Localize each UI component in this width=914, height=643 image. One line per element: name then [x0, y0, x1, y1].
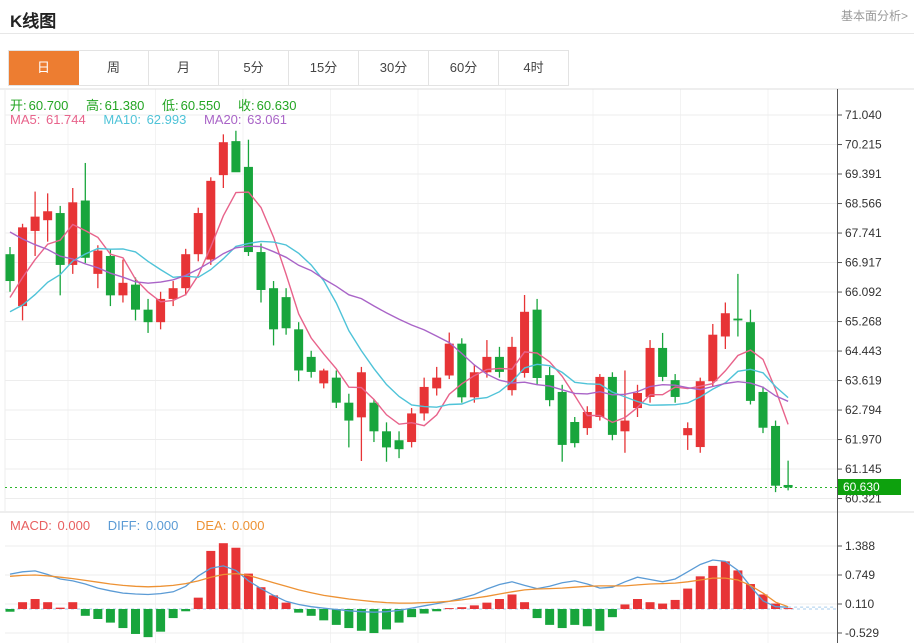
axis-tick-label: 66.092 — [845, 285, 882, 299]
axis-tick-label: 62.794 — [845, 403, 882, 417]
axis-tick-label: 71.040 — [845, 108, 882, 122]
axis-tick-label: 65.268 — [845, 315, 882, 329]
ma5-readout: MA5: 61.744 — [10, 112, 86, 127]
ohlc-close: 收:60.630 — [238, 98, 296, 113]
axis-tick-label: 63.619 — [845, 374, 882, 388]
ohlc-low: 低:60.550 — [162, 98, 220, 113]
diff-readout: DIFF: 0.000 — [108, 518, 179, 533]
axis-tick-label: 66.917 — [845, 256, 882, 270]
axis-tick-label: 61.970 — [845, 433, 882, 447]
grid-layer — [0, 89, 914, 643]
ma-legend: MA5: 61.744 MA10: 62.993 MA20: 63.061 — [10, 112, 301, 127]
dea-readout: DEA: 0.000 — [196, 518, 265, 533]
current-price-badge: 60.630 — [838, 479, 901, 495]
candles-layer — [6, 131, 793, 492]
axis-tick-label: 1.388 — [845, 539, 875, 553]
ohlc-high: 高:61.380 — [86, 98, 144, 113]
axis-tick-label: 64.443 — [845, 344, 882, 358]
axis-tick-label: 61.145 — [845, 462, 882, 476]
macd-legend: MACD: 0.000 DIFF: 0.000 DEA: 0.000 — [10, 518, 279, 533]
ohlc-open: 开:60.700 — [10, 98, 68, 113]
macd-hist-layer — [6, 543, 793, 637]
axis-tick-label: -0.529 — [845, 626, 879, 640]
axis-tick-label: 0.749 — [845, 568, 875, 582]
axis-tick-label: 68.566 — [845, 197, 882, 211]
macd-readout: MACD: 0.000 — [10, 518, 90, 533]
axis-tick-label: 69.391 — [845, 167, 882, 181]
ma20-line — [10, 232, 788, 401]
ma20-readout: MA20: 63.061 — [204, 112, 287, 127]
axis-tick-label: 70.215 — [845, 138, 882, 152]
kline-widget: K线图 基本面分析> 日 周 月 5分 15分 30分 60分 4时 71.04… — [0, 0, 914, 643]
y-axis: 71.040 70.215 69.391 68.566 67.741 66.917 66.0… — [837, 89, 882, 643]
axis-tick-label: 0.110 — [845, 597, 874, 611]
axis-tick-label: 67.741 — [845, 226, 882, 240]
ma10-readout: MA10: 62.993 — [103, 112, 186, 127]
